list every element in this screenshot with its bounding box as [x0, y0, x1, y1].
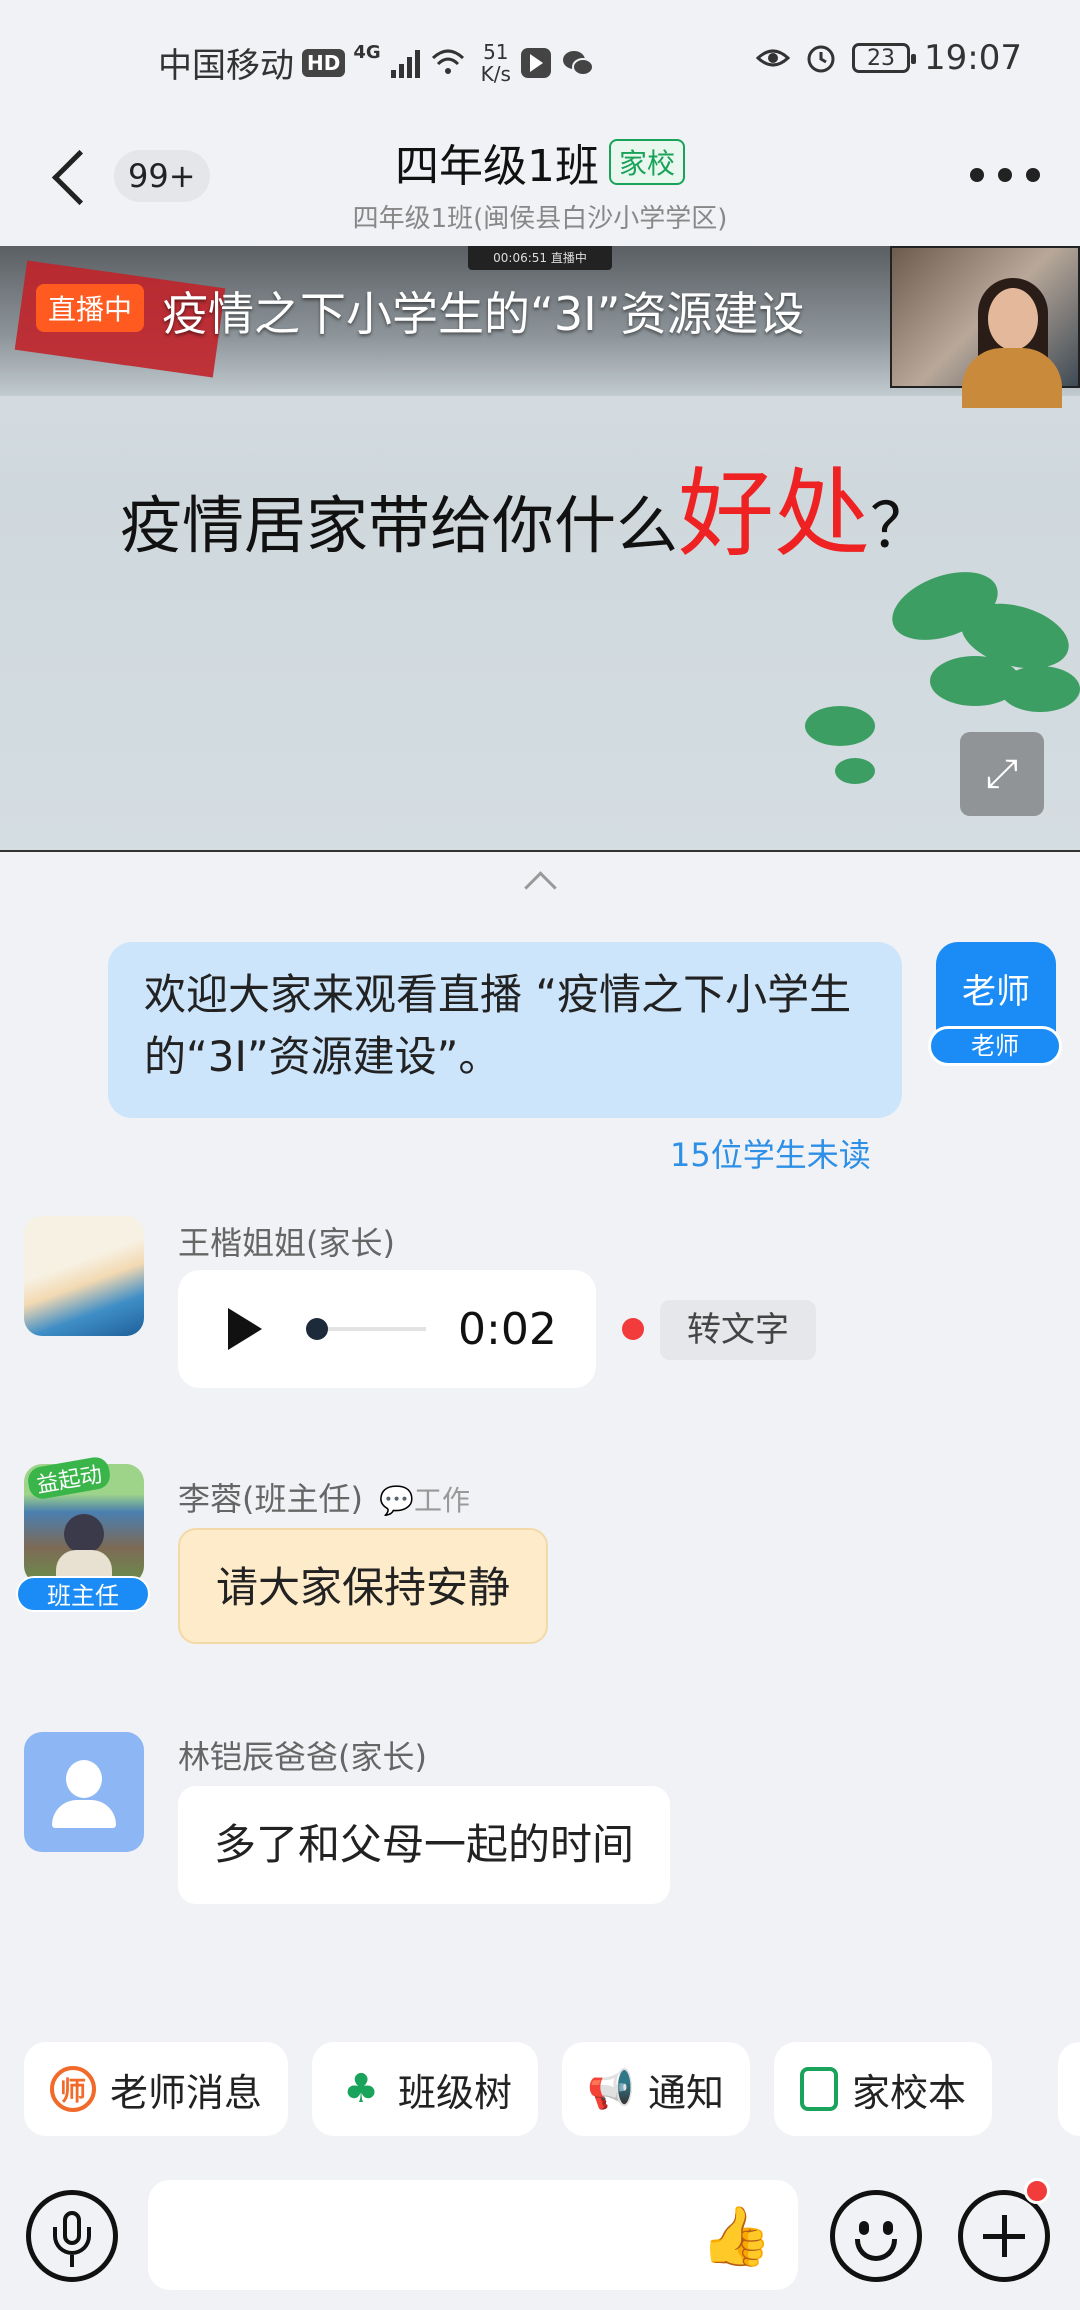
- fullscreen-button[interactable]: ⤢: [960, 732, 1044, 816]
- status-left: 中国移动 HD 4G 51 K/s: [158, 38, 595, 87]
- shortcut-teacher-message[interactable]: 师 老师消息: [24, 2042, 289, 2136]
- live-timer: 00:06:51 直播中: [468, 246, 612, 270]
- shortcut-more[interactable]: [1058, 2042, 1080, 2136]
- live-video-player[interactable]: 00:06:51 直播中 直播中 疫情之下小学生的“3I”资源建设 疫情居家带给…: [0, 246, 1080, 852]
- slide-title: 疫情之下小学生的“3I”资源建设: [162, 287, 805, 341]
- shortcut-notice[interactable]: 📢 通知: [562, 2042, 751, 2136]
- slide-question: 疫情居家带给你什么好处？: [120, 436, 932, 575]
- microphone-button[interactable]: [26, 2190, 118, 2282]
- leaf-decoration: [835, 758, 875, 784]
- voice-progress-dot[interactable]: [306, 1318, 328, 1340]
- chat-bubble-icon: 💬: [379, 1484, 415, 1517]
- thumbs-up-icon[interactable]: 👍: [700, 2206, 772, 2266]
- clock: 19:07: [924, 38, 1022, 78]
- sender-name: 李蓉(班主任) 💬工作: [178, 1474, 470, 1520]
- voice-message[interactable]: 0:02: [178, 1270, 596, 1388]
- shortcut-label: 老师消息: [110, 2070, 263, 2115]
- title-block: 四年级1班 家校 四年级1班(闽侯县白沙小学学区): [0, 130, 1080, 235]
- app-notification-icon: [520, 47, 551, 78]
- work-tag-label: 工作: [414, 1484, 471, 1517]
- shortcut-homework-book[interactable]: 家校本: [774, 2042, 993, 2136]
- net-speed-unit: K/s: [480, 61, 511, 86]
- shortcut-label: 家校本: [852, 2070, 967, 2115]
- signal-icon: [390, 49, 420, 78]
- class-tree-icon: ♣: [343, 2066, 379, 2112]
- school-tag: 家校: [608, 139, 685, 185]
- message-bubble[interactable]: 多了和父母一起的时间: [178, 1786, 671, 1904]
- live-badge-label: 直播中: [36, 284, 145, 332]
- default-avatar[interactable]: [24, 1732, 144, 1852]
- net-speed-value: 51: [483, 39, 509, 64]
- teacher-avatar-name: 老师: [962, 972, 1030, 1012]
- network-type: 4G: [353, 42, 381, 63]
- input-bar: 👍: [0, 2160, 1080, 2310]
- megaphone-icon: 📢: [587, 2066, 635, 2111]
- person-icon: [66, 1760, 102, 1798]
- carrier-name: 中国移动: [158, 46, 294, 86]
- shortcut-label: 通知: [648, 2070, 725, 2115]
- page-title: 四年级1班: [394, 141, 599, 192]
- page-subtitle: 四年级1班(闽侯县白沙小学学区): [352, 204, 728, 234]
- work-tag: 💬工作: [379, 1484, 470, 1517]
- message-bubble[interactable]: 请大家保持安静: [178, 1528, 549, 1644]
- teacher-message-icon: 师: [50, 2066, 96, 2112]
- to-text-button[interactable]: 转文字: [660, 1300, 816, 1360]
- sender-name: 林铠辰爸爸(家长): [178, 1738, 427, 1776]
- shortcut-bar: 师 老师消息 ♣ 班级树 📢 通知 家校本: [24, 2042, 993, 2136]
- notification-dot: [1024, 2178, 1050, 2204]
- unplayed-dot: [622, 1318, 644, 1340]
- presenter-camera[interactable]: [890, 246, 1080, 408]
- teacher-message-bubble[interactable]: 欢迎大家来观看直播 “疫情之下小学生的“3I”资源建设”。: [108, 942, 902, 1118]
- unread-students-link[interactable]: 15位学生未读: [670, 1130, 871, 1176]
- slide-question-highlight: 好处: [678, 458, 871, 570]
- collapse-video-handle[interactable]: [515, 868, 565, 892]
- slide-question-suffix: ？: [870, 489, 933, 562]
- head-teacher-badge: 班主任: [16, 1576, 150, 1612]
- leaf-decoration: [805, 706, 875, 746]
- teacher-role-badge: 老师: [928, 1026, 1062, 1066]
- status-right: 23 19:07: [756, 38, 1022, 78]
- wifi-icon: [431, 49, 464, 74]
- alarm-icon: [807, 45, 835, 73]
- live-badge: 直播中: [36, 284, 145, 332]
- play-icon[interactable]: [228, 1308, 262, 1350]
- more-options-button[interactable]: [970, 160, 1040, 190]
- emoji-button[interactable]: [830, 2190, 922, 2282]
- slide-question-prefix: 疫情居家带给你什么: [120, 489, 679, 562]
- title-line: 四年级1班 家校: [395, 130, 685, 194]
- battery-icon: 23: [852, 43, 917, 73]
- voice-duration: 0:02: [458, 1304, 557, 1355]
- eye-icon: [756, 49, 791, 67]
- status-bar: 中国移动 HD 4G 51 K/s 23 19:07: [0, 0, 1080, 120]
- avatar[interactable]: [24, 1216, 144, 1336]
- net-speed: 51 K/s: [481, 41, 511, 85]
- shortcut-label: 班级树: [398, 2070, 513, 2115]
- sender-name: 王楷姐姐(家长): [178, 1224, 395, 1262]
- shortcut-class-tree[interactable]: ♣ 班级树: [312, 2042, 539, 2136]
- wechat-icon: [562, 50, 594, 76]
- hd-icon: HD: [302, 48, 346, 77]
- leaf-decoration: [1000, 666, 1080, 712]
- sender-name-text: 李蓉(班主任): [178, 1480, 363, 1518]
- chat-header: 99+ 四年级1班 家校 四年级1班(闽侯县白沙小学学区): [0, 120, 1080, 246]
- notebook-icon: [800, 2067, 839, 2111]
